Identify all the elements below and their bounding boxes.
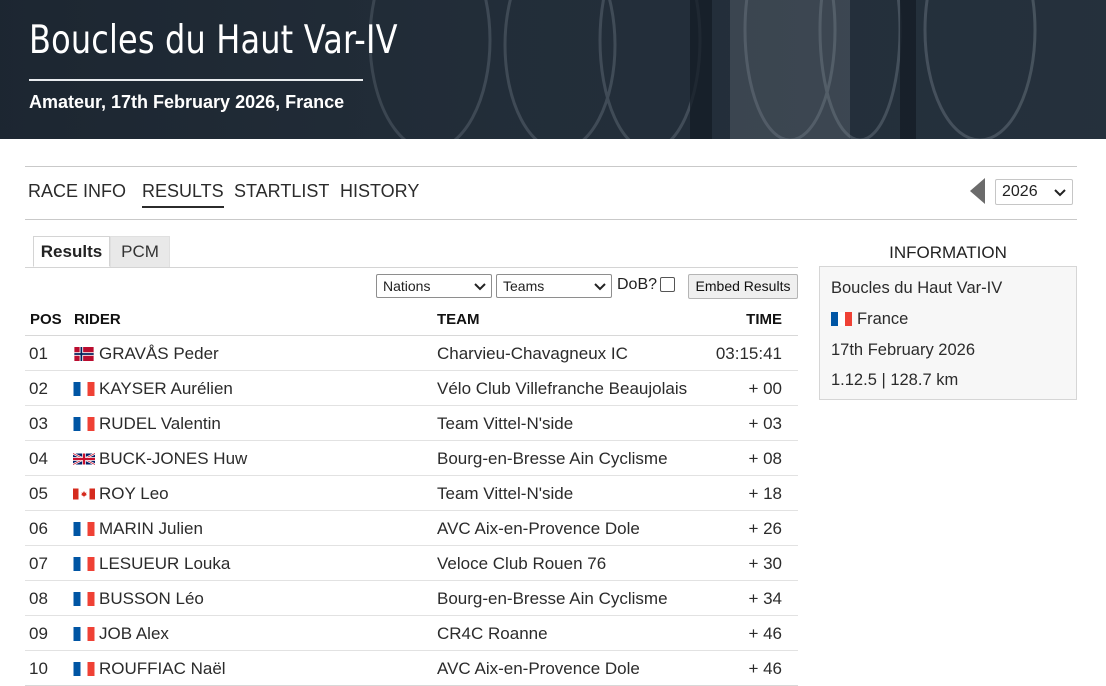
row-position: 05 <box>29 484 48 503</box>
teams-select[interactable]: Teams <box>496 274 612 298</box>
team-name-link[interactable]: Bourg-en-Bresse Ain Cyclisme <box>437 449 668 469</box>
row-time: + 03 <box>748 414 782 433</box>
info-details: 1.12.5 | 128.7 km <box>831 371 959 389</box>
title-underline <box>29 79 363 81</box>
nav-history[interactable]: HISTORY <box>340 181 419 206</box>
header-time: TIME <box>746 311 782 328</box>
year-select[interactable]: 2026 <box>995 179 1073 205</box>
teams-select-value: Teams <box>503 278 545 294</box>
france-flag-icon <box>73 522 95 536</box>
row-time: + 46 <box>748 624 782 643</box>
uk-flag-icon <box>73 452 95 466</box>
team-name-link[interactable]: Charvieu-Chavagneux IC <box>437 344 628 364</box>
france-flag-icon <box>831 312 852 326</box>
row-time: + 46 <box>748 659 782 678</box>
table-row: 06 MARIN Julien AVC Aix-en-Provence Dole + … <box>25 511 798 546</box>
rider-name-link[interactable]: ROY Leo <box>99 484 169 504</box>
information-heading: INFORMATION <box>889 243 1007 262</box>
info-race-name: Boucles du Haut Var-IV <box>831 279 1003 297</box>
norway-flag-icon <box>73 347 95 361</box>
info-country: France <box>857 310 909 328</box>
row-position: 06 <box>29 519 48 538</box>
table-row: 04 BUCK-JONES Huw Bourg-en-Bresse Ain Cycl… <box>25 441 798 476</box>
row-time: + 34 <box>748 589 782 608</box>
nations-select-value: Nations <box>383 278 431 294</box>
rider-name-link[interactable]: BUCK-JONES Huw <box>99 449 247 469</box>
table-row: 01 GRAVÅS Peder Charvieu-Chavagneux IC 03:1… <box>25 336 798 371</box>
row-position: 09 <box>29 624 48 643</box>
rider-name-link[interactable]: MARIN Julien <box>99 519 203 539</box>
france-flag-icon <box>73 592 95 606</box>
france-flag-icon <box>73 662 95 676</box>
table-row: 08 BUSSON Léo Bourg-en-Bresse Ain Cyclisme… <box>25 581 798 616</box>
result-tabs: Results PCM <box>25 236 798 268</box>
header-team: TEAM <box>437 311 480 328</box>
nav-results[interactable]: RESULTS <box>142 181 224 208</box>
team-name-link[interactable]: Vélo Club Villefranche Beaujolais <box>437 379 687 399</box>
row-time: + 18 <box>748 484 782 503</box>
nations-select[interactable]: Nations <box>376 274 492 298</box>
embed-results-button[interactable]: Embed Results <box>688 274 798 299</box>
row-time: + 08 <box>748 449 782 468</box>
previous-year-arrow-icon[interactable] <box>970 178 985 204</box>
table-row: 05 ROY Leo Team Vittel-N'side + 18 <box>25 476 798 511</box>
france-flag-icon <box>73 382 95 396</box>
rider-name-link[interactable]: BUSSON Léo <box>99 589 204 609</box>
table-row: 07 LESUEUR Louka Veloce Club Rouen 76 + 30 <box>25 546 798 581</box>
france-flag-icon <box>73 557 95 571</box>
row-time: + 00 <box>748 379 782 398</box>
race-subtitle: Amateur, 17th February 2026, France <box>29 92 345 112</box>
year-select-value: 2026 <box>1002 183 1038 200</box>
table-header: POS RIDER TEAM TIME <box>25 306 798 336</box>
rider-name-link[interactable]: ROUFFIAC Naël <box>99 659 226 679</box>
france-flag-icon <box>73 417 95 431</box>
team-name-link[interactable]: Bourg-en-Bresse Ain Cyclisme <box>437 589 668 609</box>
row-time: + 26 <box>748 519 782 538</box>
canada-flag-icon <box>73 487 95 501</box>
race-navigation: RACE INFO RESULTS STARTLIST HISTORY 2026 <box>25 166 1077 220</box>
results-table: POS RIDER TEAM TIME 01 GRAVÅS Peder Charvi… <box>25 306 798 686</box>
team-name-link[interactable]: AVC Aix-en-Provence Dole <box>437 659 640 679</box>
row-time: + 30 <box>748 554 782 573</box>
table-row: 09 JOB Alex CR4C Roanne + 46 <box>25 616 798 651</box>
hero-banner: Boucles du Haut Var-IV Amateur, 17th Feb… <box>0 0 1106 139</box>
chevron-down-icon <box>594 283 606 291</box>
tab-results[interactable]: Results <box>33 236 110 267</box>
team-name-link[interactable]: AVC Aix-en-Provence Dole <box>437 519 640 539</box>
dob-label: DoB? <box>617 276 658 293</box>
page-title: Boucles du Haut Var-IV <box>29 18 398 63</box>
table-row: 02 KAYSER Aurélien Vélo Club Villefranche … <box>25 371 798 406</box>
header-pos: POS <box>30 311 62 328</box>
rider-name-link[interactable]: LESUEUR Louka <box>99 554 230 574</box>
table-row: 10 ROUFFIAC Naël AVC Aix-en-Provence Dole +… <box>25 651 798 686</box>
dob-checkbox[interactable] <box>660 277 675 292</box>
rider-name-link[interactable]: KAYSER Aurélien <box>99 379 233 399</box>
chevron-down-icon <box>474 283 486 291</box>
row-position: 07 <box>29 554 48 573</box>
row-position: 04 <box>29 449 48 468</box>
rider-name-link[interactable]: RUDEL Valentin <box>99 414 221 434</box>
nav-race-info[interactable]: RACE INFO <box>28 181 126 206</box>
row-position: 02 <box>29 379 48 398</box>
header-rider: RIDER <box>74 311 121 328</box>
row-position: 03 <box>29 414 48 433</box>
rider-name-link[interactable]: GRAVÅS Peder <box>99 344 219 364</box>
row-position: 01 <box>29 344 48 363</box>
info-date: 17th February 2026 <box>831 341 976 359</box>
rider-name-link[interactable]: JOB Alex <box>99 624 169 644</box>
chevron-down-icon <box>1054 189 1066 197</box>
team-name-link[interactable]: Team Vittel-N'side <box>437 484 573 504</box>
information-panel: Boucles du Haut Var-IV France 17th Febru… <box>819 266 1077 400</box>
row-position: 08 <box>29 589 48 608</box>
team-name-link[interactable]: Veloce Club Rouen 76 <box>437 554 606 574</box>
tab-pcm[interactable]: PCM <box>110 236 170 267</box>
nav-startlist[interactable]: STARTLIST <box>234 181 329 206</box>
france-flag-icon <box>73 627 95 641</box>
team-name-link[interactable]: Team Vittel-N'side <box>437 414 573 434</box>
row-time: 03:15:41 <box>715 344 782 363</box>
team-name-link[interactable]: CR4C Roanne <box>437 624 548 644</box>
row-position: 10 <box>29 659 48 678</box>
table-row: 03 RUDEL Valentin Team Vittel-N'side + 03 <box>25 406 798 441</box>
